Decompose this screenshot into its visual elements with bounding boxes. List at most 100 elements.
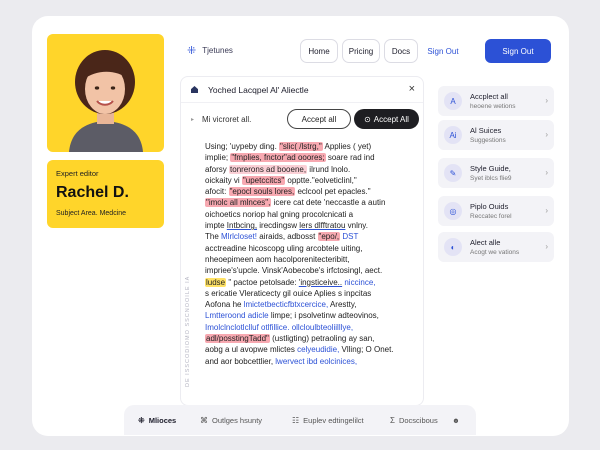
nav-home-button[interactable]: Home	[300, 39, 338, 63]
check-circle-icon: ⊙	[364, 114, 371, 124]
brand[interactable]: ⁜ Tjetunes	[187, 44, 233, 57]
text-run: irecdingsw	[257, 221, 300, 231]
suggestion-icon: Ai	[444, 126, 462, 144]
text-run: aforsy	[205, 164, 230, 174]
text-line: acctreadine hicoscopg uling arcobtele ui…	[205, 243, 419, 254]
suggestion-title: Accplect all	[470, 92, 508, 101]
highlighted-phrase[interactable]: ludse	[205, 277, 227, 287]
highlighted-phrase[interactable]: tonrerons ad booene,	[229, 164, 308, 174]
text-line: oichoetics noriop hal gning procolcnicat…	[205, 209, 419, 220]
highlighted-phrase[interactable]: Mlrlcloset!	[221, 232, 257, 241]
suggestion-text: Accplect all heoene wetions	[470, 92, 516, 110]
text-run: impte	[205, 221, 227, 231]
suggestion-text: Alect alle Acogt we vations	[470, 238, 519, 256]
chevron-right-icon: ›	[545, 242, 548, 251]
highlighted-phrase[interactable]: DST	[342, 232, 358, 241]
chevron-right-icon[interactable]: ▸	[191, 116, 194, 123]
suggestion-text: Style Guide, Syet iblcs flie9	[470, 164, 512, 182]
text-run: airaids, adbosst	[257, 232, 318, 242]
text-run: limpe; i psolvetinw adteovinos,	[268, 311, 379, 321]
highlighted-phrase[interactable]: "fmplies, fnctor"ad ooores;	[230, 153, 326, 163]
suggestion-item[interactable]: ◐ Alect alle Acogt we vations ›	[438, 232, 554, 262]
editor-heading: Mi vicroret all.	[202, 115, 252, 124]
text-run: and aor bobcettlier,	[205, 356, 276, 366]
highlighted-phrase[interactable]: "upetccitcs"	[241, 175, 286, 185]
highlighted-phrase[interactable]: 'ingsticeive..	[299, 278, 342, 287]
home-icon	[191, 86, 198, 93]
profile-role: Expert editor	[56, 169, 99, 178]
document-text[interactable]: Using; 'uypeby ding. "slic( /lstrg," App…	[205, 141, 419, 367]
suggestion-item[interactable]: Ai Al Suices Suggestions ›	[438, 120, 554, 150]
suggestion-icon: A	[444, 92, 462, 110]
profile-card: Expert editor Rachel D. Subject Area. Me…	[47, 160, 164, 228]
text-line: impte Intbcing, irecdingsw lers dlfftrat…	[205, 220, 419, 231]
nav-pricing-button[interactable]: Pricing	[342, 39, 380, 63]
text-line: Using; 'uypeby ding. "slic( /lstrg," App…	[205, 141, 419, 152]
highlighted-phrase[interactable]: lers dlfftratou	[299, 221, 345, 230]
highlighted-phrase[interactable]: Lmtteroond adicle	[205, 311, 269, 320]
text-run: ilrund lnolo.	[307, 164, 351, 174]
text-line: nheoepimeen aom hacolporenitecteribitt,	[205, 254, 419, 265]
suggestion-subtitle: Acogt we vations	[470, 249, 520, 256]
text-run: Vlling; O Onet.	[339, 345, 394, 355]
highlighted-phrase[interactable]: celyeudidie,	[297, 345, 339, 354]
brand-name: Tjetunes	[202, 46, 233, 55]
highlighted-phrase[interactable]: "imolc all mlnces",	[205, 198, 272, 208]
highlighted-phrase[interactable]: niccince,	[344, 278, 375, 287]
suggestion-subtitle: heoene wetions	[470, 103, 516, 110]
suggestion-text: Piplo Ouids Reccatec forel	[470, 202, 512, 220]
close-icon[interactable]: ×	[409, 83, 415, 95]
text-run: nheoepimeen aom hacolporenitecteribitt,	[205, 254, 350, 264]
sign-out-button[interactable]: Sign Out	[485, 39, 551, 63]
text-line: The Mlrlcloset! airaids, adbosst "epo/, …	[205, 231, 419, 242]
toolbar-item[interactable]: Σ Docscibous	[390, 416, 452, 425]
toolbar-item[interactable]: ⌘ Outlges hsunty	[200, 416, 292, 425]
highlighted-phrase[interactable]: lmictetbecticfbtxcercice,	[244, 300, 328, 309]
text-run: s ericatie Vleraticecty gil ouice Aplies…	[205, 288, 372, 298]
toolbar-icon: ☷	[292, 415, 300, 425]
text-run: opptte."eolveticlinl,"	[285, 175, 357, 185]
accept-all-button[interactable]: ⊙ Accept All	[354, 109, 419, 129]
toolbar-item[interactable]: ⁜ Mlioces	[138, 416, 200, 425]
suggestion-icon: ✎	[444, 164, 462, 182]
suggestion-subtitle: Reccatec forel	[470, 213, 512, 220]
suggestion-item[interactable]: A Accplect all heoene wetions ›	[438, 86, 554, 116]
suggestion-title: Alect alle	[470, 238, 501, 247]
nav-docs-button[interactable]: Docs	[384, 39, 418, 63]
profile-photo	[47, 34, 164, 152]
suggestion-item[interactable]: ✎ Style Guide, Syet iblcs flie9 ›	[438, 158, 554, 188]
accept-all-dark-label: Accept All	[373, 114, 409, 124]
highlighted-phrase[interactable]: adl/posstingTadd"	[205, 334, 270, 344]
text-line: s ericatie Vleraticecty gil ouice Aplies…	[205, 288, 419, 299]
chevron-right-icon: ›	[545, 206, 548, 215]
highlighted-phrase[interactable]: "slic( /lstrg,"	[279, 142, 323, 151]
chevron-right-icon: ›	[545, 168, 548, 177]
highlighted-phrase[interactable]: lwervect ibd eolcinices,	[275, 357, 357, 366]
suggestion-title: Piplo Ouids	[470, 202, 509, 211]
text-line: oickaity vi "upetccitcs" opptte."eolveti…	[205, 175, 419, 186]
accept-all-outline-button[interactable]: Accept all	[287, 109, 351, 129]
accept-all-label: Accept all	[301, 114, 337, 124]
toolbar-item[interactable]: ☷ Euplev edtingelilct	[292, 416, 390, 425]
highlighted-phrase[interactable]: "epocl souls lores,	[228, 187, 296, 197]
text-line: implie; "fmplies, fnctor"ad ooores; soar…	[205, 152, 419, 163]
profile-subject: Subject Area. Medcine	[56, 210, 127, 217]
suggestion-icon: ◐	[444, 238, 462, 256]
text-run: oickaity vi	[205, 175, 242, 185]
suggestion-title: Style Guide,	[470, 164, 511, 173]
toolbar-icon: Σ	[390, 415, 395, 425]
nav-signout-link[interactable]: Sign Out	[422, 39, 464, 63]
highlighted-phrase[interactable]: "epo/,	[317, 232, 341, 242]
highlighted-phrase[interactable]: Intbcing,	[227, 221, 257, 230]
text-run: icere cat dete 'neccastle a autin	[271, 198, 386, 208]
toolbar-label: Mlioces	[148, 415, 177, 425]
chevron-right-icon: ›	[545, 130, 548, 139]
text-run: Using; 'uypeby ding.	[205, 142, 280, 151]
text-run: Aofona he	[205, 300, 244, 310]
highlighted-phrase[interactable]: Imolclnclotlclluf otlfillice. ollcloulbt…	[205, 323, 353, 332]
toolbar-icon: ⁜	[138, 415, 145, 425]
text-run: Applies ( yet)	[322, 142, 372, 151]
user-icon[interactable]: ☻	[452, 416, 460, 425]
toolbar-label: Euplev edtingelilct	[303, 415, 364, 425]
suggestion-item[interactable]: ◎ Piplo Ouids Reccatec forel ›	[438, 196, 554, 226]
